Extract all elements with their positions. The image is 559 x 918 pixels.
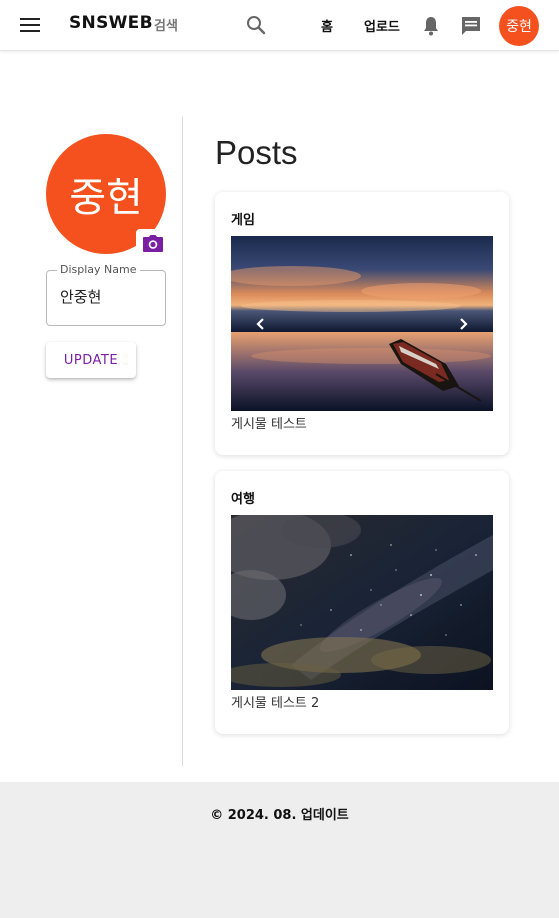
footer-text: © 2024. 08. 업데이트 — [210, 808, 349, 823]
display-name-input[interactable] — [60, 287, 160, 305]
footer: © 2024. 08. 업데이트 — [0, 782, 559, 918]
brand-logo[interactable]: SNSWEB — [69, 13, 153, 33]
update-button[interactable]: UPDATE — [46, 342, 136, 378]
carousel-prev-button[interactable] — [249, 312, 273, 336]
carousel-next-button[interactable] — [451, 312, 475, 336]
search-icon — [247, 16, 266, 35]
camera-icon — [143, 235, 163, 252]
nav-home-link[interactable]: 홈 — [321, 16, 333, 35]
post-image — [231, 236, 493, 411]
chevron-left-icon — [256, 318, 264, 330]
search-label: 검색 — [154, 19, 178, 34]
notifications-button[interactable] — [419, 14, 443, 38]
bell-icon — [424, 17, 438, 36]
post-title: 여행 — [231, 492, 255, 507]
display-name-field: Display Name — [46, 263, 166, 326]
post-card[interactable]: 여행 게시물 테스트 2 — [215, 471, 509, 734]
change-photo-button[interactable] — [136, 229, 170, 259]
night-sky-image — [231, 515, 493, 690]
app-bar: SNSWEB 검색 홈 업로드 중현 — [0, 0, 559, 51]
post-title: 게임 — [231, 213, 255, 228]
display-name-label: Display Name — [57, 263, 140, 276]
menu-icon — [20, 18, 40, 32]
post-image — [231, 515, 493, 690]
post-card[interactable]: 게임 게시물 테스트 — [215, 192, 509, 455]
nav-upload-link[interactable]: 업로드 — [364, 16, 400, 35]
posts-title: Posts — [215, 134, 298, 171]
column-divider — [182, 117, 183, 766]
chat-icon — [462, 17, 480, 35]
messages-button[interactable] — [459, 14, 483, 38]
post-caption: 게시물 테스트 2 — [231, 696, 320, 711]
chevron-right-icon — [460, 318, 468, 330]
search-button[interactable] — [244, 13, 268, 37]
user-avatar[interactable]: 중현 — [499, 6, 539, 46]
menu-button[interactable] — [16, 11, 44, 39]
post-caption: 게시물 테스트 — [231, 417, 307, 432]
